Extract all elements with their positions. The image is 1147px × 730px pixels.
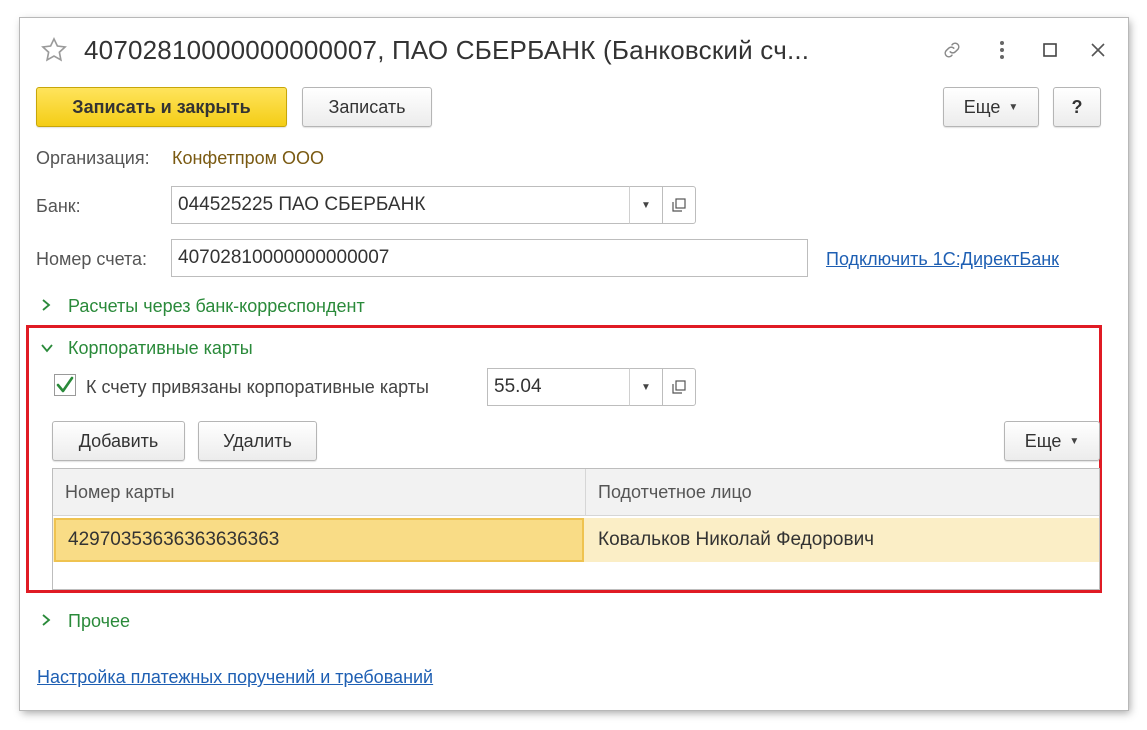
save-button[interactable]: Записать [302, 87, 432, 127]
group-corporate-cards[interactable]: Корпоративные карты [40, 336, 253, 360]
more-actions-icon[interactable] [988, 36, 1016, 64]
directbank-link[interactable]: Подключить 1С:ДиректБанк [826, 247, 1059, 271]
bank-dropdown-button[interactable]: ▼ [629, 186, 663, 224]
save-and-close-button[interactable]: Записать и закрыть [36, 87, 287, 127]
cards-table: Номер карты Подотчетное лицо 42970353636… [52, 468, 1100, 590]
window-title: 40702810000000000007, ПАО СБЕРБАНК (Банк… [84, 35, 810, 65]
favorite-star-icon[interactable] [40, 36, 68, 64]
add-card-button[interactable]: Добавить [52, 421, 185, 461]
account-input[interactable]: 40702810000000000007 [171, 239, 808, 277]
org-label: Организация: [36, 148, 150, 168]
table-header: Номер карты Подотчетное лицо [53, 469, 1099, 516]
close-icon[interactable] [1084, 36, 1112, 64]
maximize-icon[interactable] [1036, 36, 1064, 64]
chevron-right-icon [40, 294, 54, 318]
open-form-icon [672, 380, 686, 394]
more-button[interactable]: Еще ▼ [943, 87, 1039, 127]
help-button[interactable]: ? [1053, 87, 1101, 127]
cards-more-button-label: Еще [1024, 430, 1062, 451]
delete-card-button[interactable]: Удалить [198, 421, 317, 461]
cards-linked-label[interactable]: К счету привязаны корпоративные карты [86, 375, 429, 399]
more-button-label: Еще [963, 96, 1001, 117]
group-corporate-cards-label: Корпоративные карты [68, 338, 253, 358]
cards-account-open-button[interactable] [662, 368, 696, 406]
cards-account-input[interactable]: 55.04 [487, 368, 630, 406]
group-correspondent-label: Расчеты через банк-корреспондент [68, 296, 365, 316]
cards-account-dropdown-button[interactable]: ▼ [629, 368, 663, 406]
chevron-down-icon: ▼ [1069, 435, 1080, 447]
cards-linked-checkbox[interactable] [54, 374, 76, 396]
group-other-label: Прочее [68, 611, 130, 631]
payment-settings-link[interactable]: Настройка платежных поручений и требован… [37, 665, 433, 689]
group-correspondent[interactable]: Расчеты через банк-корреспондент [40, 294, 365, 318]
cell-card-number[interactable]: 42970353636363636363 [54, 518, 584, 562]
form-window: 40702810000000000007, ПАО СБЕРБАНК (Банк… [20, 18, 1128, 710]
group-other[interactable]: Прочее [40, 609, 130, 633]
table-row[interactable]: 42970353636363636363 Ковальков Николай Ф… [53, 518, 1099, 562]
column-header-card-number[interactable]: Номер карты [53, 469, 586, 515]
cell-person[interactable]: Ковальков Николай Федорович [586, 518, 1099, 562]
bank-input[interactable]: 044525225 ПАО СБЕРБАНК [171, 186, 630, 224]
chevron-right-icon [40, 609, 54, 633]
checkmark-icon [56, 376, 74, 393]
org-value[interactable]: Конфетпром ООО [172, 146, 324, 170]
open-form-icon [672, 198, 686, 212]
chevron-down-icon: ▼ [641, 199, 651, 211]
column-header-person[interactable]: Подотчетное лицо [586, 469, 1099, 515]
account-label: Номер счета: [36, 249, 148, 269]
bank-label: Банк: [36, 196, 81, 216]
cards-more-button[interactable]: Еще ▼ [1004, 421, 1100, 461]
link-icon[interactable] [938, 36, 966, 64]
chevron-down-icon: ▼ [641, 381, 651, 393]
chevron-down-icon: ▼ [1008, 101, 1019, 113]
chevron-down-icon [40, 336, 54, 360]
bank-open-button[interactable] [662, 186, 696, 224]
